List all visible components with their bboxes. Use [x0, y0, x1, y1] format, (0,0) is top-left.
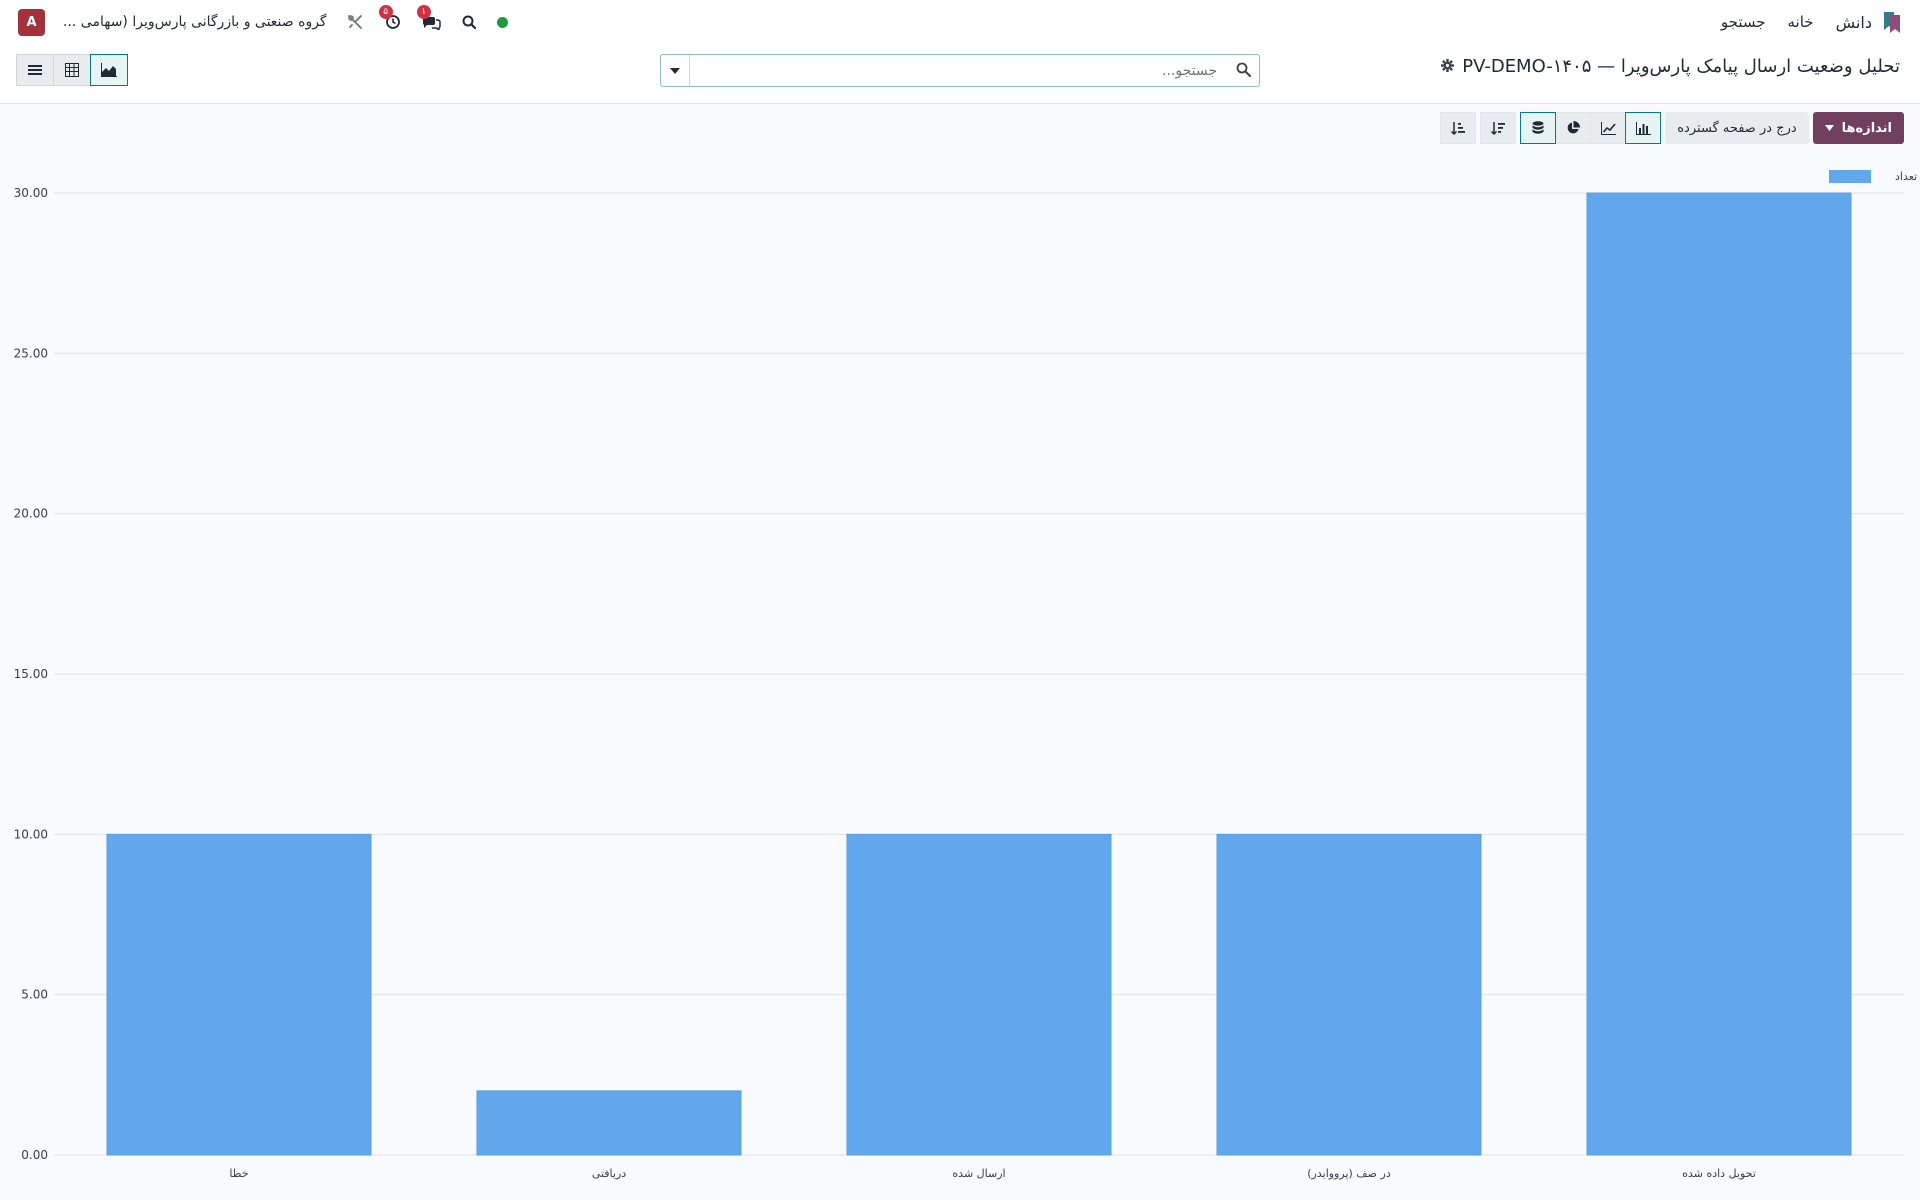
activity-badge: ۵: [378, 5, 393, 19]
control-panel: تحلیل وضعیت ارسال پیامک پارس‌ویرا — PV-D…: [0, 44, 1920, 104]
pivot-table-icon: [65, 63, 79, 77]
search-input[interactable]: [691, 55, 1221, 86]
line-chart-button[interactable]: [1590, 112, 1627, 144]
sort-descending-button[interactable]: [1480, 112, 1517, 144]
chart-bar: [476, 1090, 742, 1156]
page-title: تحلیل وضعیت ارسال پیامک پارس‌ویرا — PV-D…: [1462, 56, 1900, 77]
search-icon[interactable]: [1236, 62, 1251, 81]
x-tick-label: تحویل داده شده: [1682, 1167, 1756, 1180]
graph-toolbar: اندازه‌ها درج در صفحه گسترده: [1440, 112, 1904, 144]
bar-chart-button[interactable]: [1625, 112, 1662, 144]
x-tick-label: دریافتی: [592, 1167, 626, 1180]
bar-chart: 0.00 5.00 10.00 15.00 20.00 25.00 30.00 تحویل د…: [14, 170, 1917, 1180]
sort-ascending-button[interactable]: [1440, 112, 1477, 144]
user-avatar[interactable]: A: [18, 8, 45, 36]
legend-swatch: [1829, 170, 1871, 183]
caret-down-icon: [1824, 125, 1834, 131]
measures-dropdown-button[interactable]: اندازه‌ها: [1812, 112, 1904, 144]
top-navbar: A گروه صنعتی و بازرگانی پارس‌ویرا (سهامی…: [0, 0, 1920, 44]
sort-descending-icon: [1491, 122, 1506, 135]
search-icon[interactable]: [459, 12, 479, 32]
chart-bar: [1216, 833, 1482, 1156]
database-stack-icon: [1532, 121, 1544, 134]
area-chart-icon: [101, 63, 117, 77]
y-tick-label: 25.00: [14, 346, 48, 360]
search-bar: [660, 54, 1260, 87]
y-tick-label: 30.00: [14, 186, 48, 200]
chart-bar: [106, 833, 372, 1156]
list-view-button[interactable]: [16, 54, 54, 86]
gear-icon[interactable]: [1441, 57, 1455, 76]
chart-bar: [1586, 192, 1852, 1156]
chart-bar: [846, 833, 1112, 1156]
pivot-view-button[interactable]: [53, 54, 91, 86]
messages-badge: ۱: [416, 5, 431, 19]
pie-chart-icon: [1567, 121, 1581, 134]
sort-ascending-icon: [1451, 122, 1466, 135]
breadcrumb: تحلیل وضعیت ارسال پیامک پارس‌ویرا — PV-D…: [1441, 56, 1900, 77]
legend-label: تعداد: [1895, 170, 1917, 183]
list-view-icon: [28, 65, 42, 75]
company-switcher[interactable]: گروه صنعتی و بازرگانی پارس‌ویرا (سهامی .…: [63, 14, 327, 30]
debug-tools-icon[interactable]: [345, 12, 365, 32]
view-switcher: [16, 54, 128, 86]
y-tick-label: 15.00: [14, 667, 48, 681]
presence-status-icon: [496, 16, 508, 28]
y-tick-label: 0.00: [21, 1148, 48, 1162]
nav-menu-knowledge[interactable]: دانش: [1836, 13, 1872, 32]
navbar-menu: دانش خانه جستجو: [1721, 8, 1902, 36]
activity-clock-icon[interactable]: ۵: [378, 5, 403, 32]
x-tick-label: خطا: [229, 1167, 248, 1180]
search-options-toggle[interactable]: [661, 55, 690, 86]
stacked-button[interactable]: [1520, 112, 1557, 144]
y-tick-label: 20.00: [14, 507, 48, 521]
y-tick-label: 5.00: [21, 988, 48, 1002]
pie-chart-button[interactable]: [1555, 112, 1592, 144]
bar-chart-icon: [1635, 121, 1651, 135]
line-chart-icon: [1600, 121, 1616, 135]
x-tick-label: ارسال شده: [952, 1167, 1005, 1180]
caret-down-icon: [670, 67, 680, 74]
measures-label: اندازه‌ها: [1841, 120, 1892, 136]
insert-in-spreadsheet-button[interactable]: درج در صفحه گسترده: [1665, 112, 1809, 144]
nav-menu-search[interactable]: جستجو: [1721, 13, 1766, 31]
x-tick-label: در صف (پرووایدر): [1307, 1167, 1391, 1180]
nav-menu-home[interactable]: خانه: [1788, 13, 1814, 31]
app-logo-icon[interactable]: [1882, 10, 1902, 34]
messages-icon[interactable]: ۱: [416, 5, 441, 32]
navbar-systray: A گروه صنعتی و بازرگانی پارس‌ویرا (سهامی…: [18, 5, 508, 36]
y-tick-label: 10.00: [14, 827, 48, 841]
graph-view-button[interactable]: [90, 54, 128, 86]
